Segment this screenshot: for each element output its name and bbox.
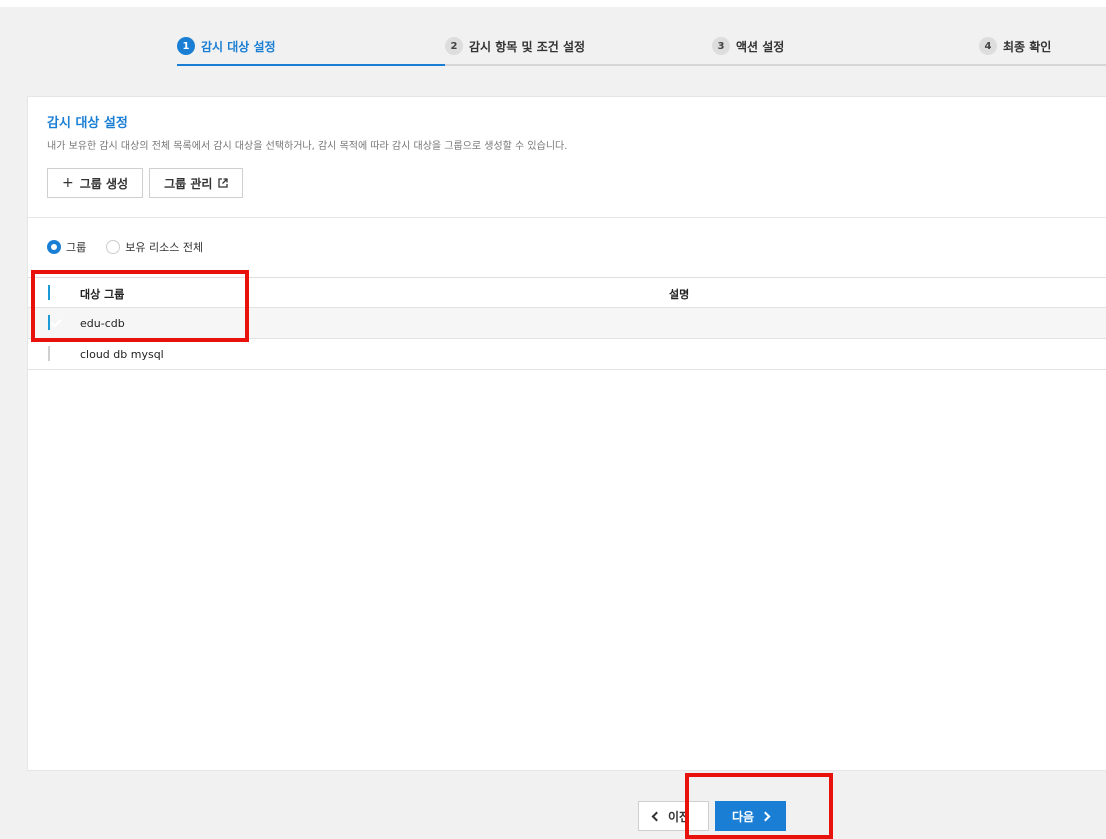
manage-group-label: 그룹 관리 xyxy=(164,176,213,191)
plus-icon: + xyxy=(62,175,74,191)
step-final-confirm[interactable]: 4 최종 확인 xyxy=(979,28,1051,66)
radio-option-group[interactable]: 그룹 xyxy=(47,239,86,255)
step-number: 3 xyxy=(712,37,730,55)
previous-button-label: 이전 xyxy=(668,809,691,824)
step-number: 4 xyxy=(979,37,997,55)
step-items-conditions[interactable]: 2 감시 항목 및 조건 설정 xyxy=(445,28,585,66)
row-checkbox[interactable] xyxy=(48,346,50,361)
column-header-description: 설명 xyxy=(669,287,690,301)
card-description: 내가 보유한 감시 대상의 전체 목록에서 감시 대상을 선택하거나, 감시 목… xyxy=(47,141,568,152)
radio-button-all-resources[interactable] xyxy=(106,240,121,254)
create-group-button[interactable]: + 그룹 생성 xyxy=(47,168,144,198)
step-label: 감시 항목 및 조건 설정 xyxy=(469,39,586,54)
step-number: 2 xyxy=(445,37,463,55)
section-divider xyxy=(28,217,1106,218)
group-button-row: + 그룹 생성 그룹 관리 xyxy=(47,168,244,198)
radio-button-group[interactable] xyxy=(47,240,61,254)
table-header-row: 대상 그룹 설명 xyxy=(28,277,1106,308)
previous-button[interactable]: 이전 xyxy=(638,801,709,831)
manage-group-button[interactable]: 그룹 관리 xyxy=(149,168,244,198)
chevron-right-icon xyxy=(760,811,771,821)
select-all-checkbox[interactable] xyxy=(48,285,50,300)
step-label: 액션 설정 xyxy=(736,39,785,54)
row-group-name: edu-cdb xyxy=(80,317,125,330)
step-label: 감시 대상 설정 xyxy=(201,39,276,54)
step-label: 최종 확인 xyxy=(1003,39,1052,54)
wizard-navigation: 이전 다음 xyxy=(638,801,786,831)
column-header-target-group: 대상 그룹 xyxy=(80,287,125,301)
next-button-label: 다음 xyxy=(732,809,755,824)
radio-label-all-resources: 보유 리소스 전체 xyxy=(125,241,204,254)
target-group-table: 대상 그룹 설명 edu-cdb cloud db mysql xyxy=(28,277,1106,370)
table-row[interactable]: edu-cdb xyxy=(28,308,1106,339)
row-group-name: cloud db mysql xyxy=(80,348,164,361)
step-action-setting[interactable]: 3 액션 설정 xyxy=(712,28,784,66)
target-type-radio-group: 그룹 보유 리소스 전체 xyxy=(47,239,203,255)
next-button[interactable]: 다음 xyxy=(715,801,786,831)
row-checkbox[interactable] xyxy=(48,315,50,330)
target-setting-card: 감시 대상 설정 내가 보유한 감시 대상의 전체 목록에서 감시 대상을 선택… xyxy=(27,96,1106,771)
stepper: 1 감시 대상 설정 2 감시 항목 및 조건 설정 3 액션 설정 4 최종 … xyxy=(177,28,1106,66)
external-link-icon xyxy=(218,178,229,188)
chevron-left-icon xyxy=(651,811,662,821)
table-row[interactable]: cloud db mysql xyxy=(28,339,1106,370)
radio-label-group: 그룹 xyxy=(66,241,87,254)
top-strip xyxy=(0,0,1106,7)
step-target-setting[interactable]: 1 감시 대상 설정 xyxy=(177,28,276,66)
card-title: 감시 대상 설정 xyxy=(47,116,128,131)
step-number: 1 xyxy=(177,37,195,55)
create-group-label: 그룹 생성 xyxy=(79,176,129,191)
radio-option-all-resources[interactable]: 보유 리소스 전체 xyxy=(106,239,203,255)
